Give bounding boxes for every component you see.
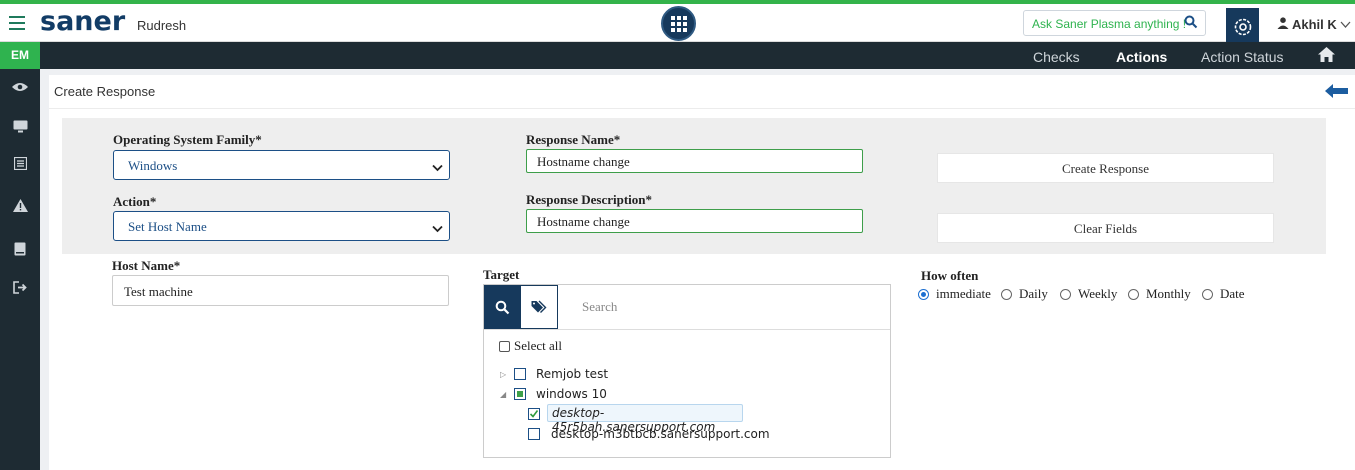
- target-selector: Search Select all ▷ Remjob test ◢ window…: [483, 284, 891, 458]
- radio-immediate[interactable]: [918, 289, 929, 300]
- monitor-icon[interactable]: [10, 116, 30, 136]
- sign-out-icon[interactable]: [10, 277, 30, 297]
- left-sidebar: [0, 69, 40, 470]
- os-family-value: Windows: [128, 158, 178, 173]
- tree-group-remjob[interactable]: Remjob test: [536, 367, 608, 381]
- action-select[interactable]: Set Host Name: [113, 211, 450, 241]
- action-label: Action*: [113, 194, 157, 209]
- response-description-label: Response Description*: [526, 192, 653, 207]
- os-family-label: Operating System Family*: [113, 132, 262, 147]
- chevron-down-icon: [432, 160, 443, 176]
- response-description-input[interactable]: Hostname change: [526, 209, 863, 233]
- radio-daily-label: Daily: [1019, 286, 1048, 301]
- radio-weekly-label: Weekly: [1078, 286, 1118, 301]
- organization-name: Rudresh: [137, 18, 187, 33]
- radio-immediate-label: immediate: [936, 286, 991, 301]
- group-checkbox-partial[interactable]: [514, 388, 526, 400]
- expand-caret-icon[interactable]: ▷: [500, 370, 506, 379]
- collapse-caret-icon[interactable]: ◢: [500, 390, 506, 399]
- home-icon[interactable]: [1318, 47, 1335, 67]
- settings-gear-icon[interactable]: [1226, 8, 1259, 46]
- back-arrow-icon[interactable]: [1325, 83, 1348, 104]
- nav-link-action-status[interactable]: Action Status: [1201, 49, 1284, 65]
- brand-logo: saner: [40, 6, 126, 37]
- clear-fields-button[interactable]: Clear Fields: [937, 213, 1274, 243]
- host-name-input[interactable]: Test machine: [112, 275, 449, 306]
- ask-assistant-label: Ask Saner Plasma anything !: [1032, 17, 1187, 31]
- title-divider: [49, 108, 1355, 109]
- tree-host-selected[interactable]: desktop-45r5bah.sanersupport.com: [547, 404, 743, 434]
- chevron-down-icon: [432, 221, 443, 237]
- tags-icon[interactable]: [520, 285, 558, 329]
- target-divider: [484, 329, 890, 330]
- target-search-input[interactable]: Search: [582, 299, 617, 315]
- radio-date[interactable]: [1202, 289, 1213, 300]
- radio-daily[interactable]: [1001, 289, 1012, 300]
- list-icon[interactable]: [10, 153, 30, 173]
- search-icon[interactable]: [1184, 15, 1198, 32]
- host-checkbox-checked[interactable]: [528, 408, 540, 420]
- response-name-input[interactable]: Hostname change: [526, 149, 863, 173]
- target-label: Target: [483, 267, 520, 282]
- hamburger-menu-icon[interactable]: [9, 16, 25, 30]
- select-all-label: Select all: [514, 338, 563, 353]
- tree-host[interactable]: desktop-m3btbcb.sanersupport.com: [551, 427, 770, 441]
- ask-assistant-box[interactable]: Ask Saner Plasma anything !: [1023, 10, 1206, 36]
- create-response-panel: Create Response Operating System Family*…: [49, 75, 1355, 470]
- create-response-button[interactable]: Create Response: [937, 153, 1274, 183]
- group-checkbox[interactable]: [514, 368, 526, 380]
- page-title: Create Response: [54, 84, 156, 99]
- host-checkbox[interactable]: [528, 428, 540, 440]
- warning-icon[interactable]: [10, 195, 30, 215]
- nav-link-actions[interactable]: Actions: [1116, 49, 1167, 65]
- radio-date-label: Date: [1220, 286, 1245, 301]
- chevron-down-icon: [1340, 17, 1351, 32]
- module-badge[interactable]: EM: [0, 42, 40, 69]
- module-nav-bar: EM Checks Actions Action Status: [0, 42, 1355, 69]
- user-icon: [1277, 17, 1289, 32]
- host-name-label: Host Name*: [112, 258, 181, 273]
- eye-icon[interactable]: [10, 77, 30, 97]
- radio-monthly[interactable]: [1128, 289, 1139, 300]
- app-header: saner Rudresh Ask Saner Plasma anything …: [0, 4, 1355, 46]
- book-icon[interactable]: [10, 239, 30, 259]
- select-all-checkbox[interactable]: [499, 341, 510, 352]
- nav-link-checks[interactable]: Checks: [1033, 49, 1080, 65]
- tree-group-windows10[interactable]: windows 10: [536, 387, 607, 401]
- app-launcher-grid-icon[interactable]: [661, 6, 696, 41]
- radio-weekly[interactable]: [1060, 289, 1071, 300]
- response-form-section: Operating System Family* Windows Action*…: [62, 118, 1326, 254]
- os-family-select[interactable]: Windows: [113, 150, 450, 180]
- how-often-label: How often: [921, 268, 979, 283]
- user-menu[interactable]: Akhil K: [1277, 17, 1351, 32]
- response-name-label: Response Name*: [526, 132, 621, 147]
- action-value: Set Host Name: [128, 219, 207, 234]
- search-icon[interactable]: [484, 285, 520, 329]
- radio-monthly-label: Monthly: [1146, 286, 1191, 301]
- user-name: Akhil K: [1292, 17, 1337, 32]
